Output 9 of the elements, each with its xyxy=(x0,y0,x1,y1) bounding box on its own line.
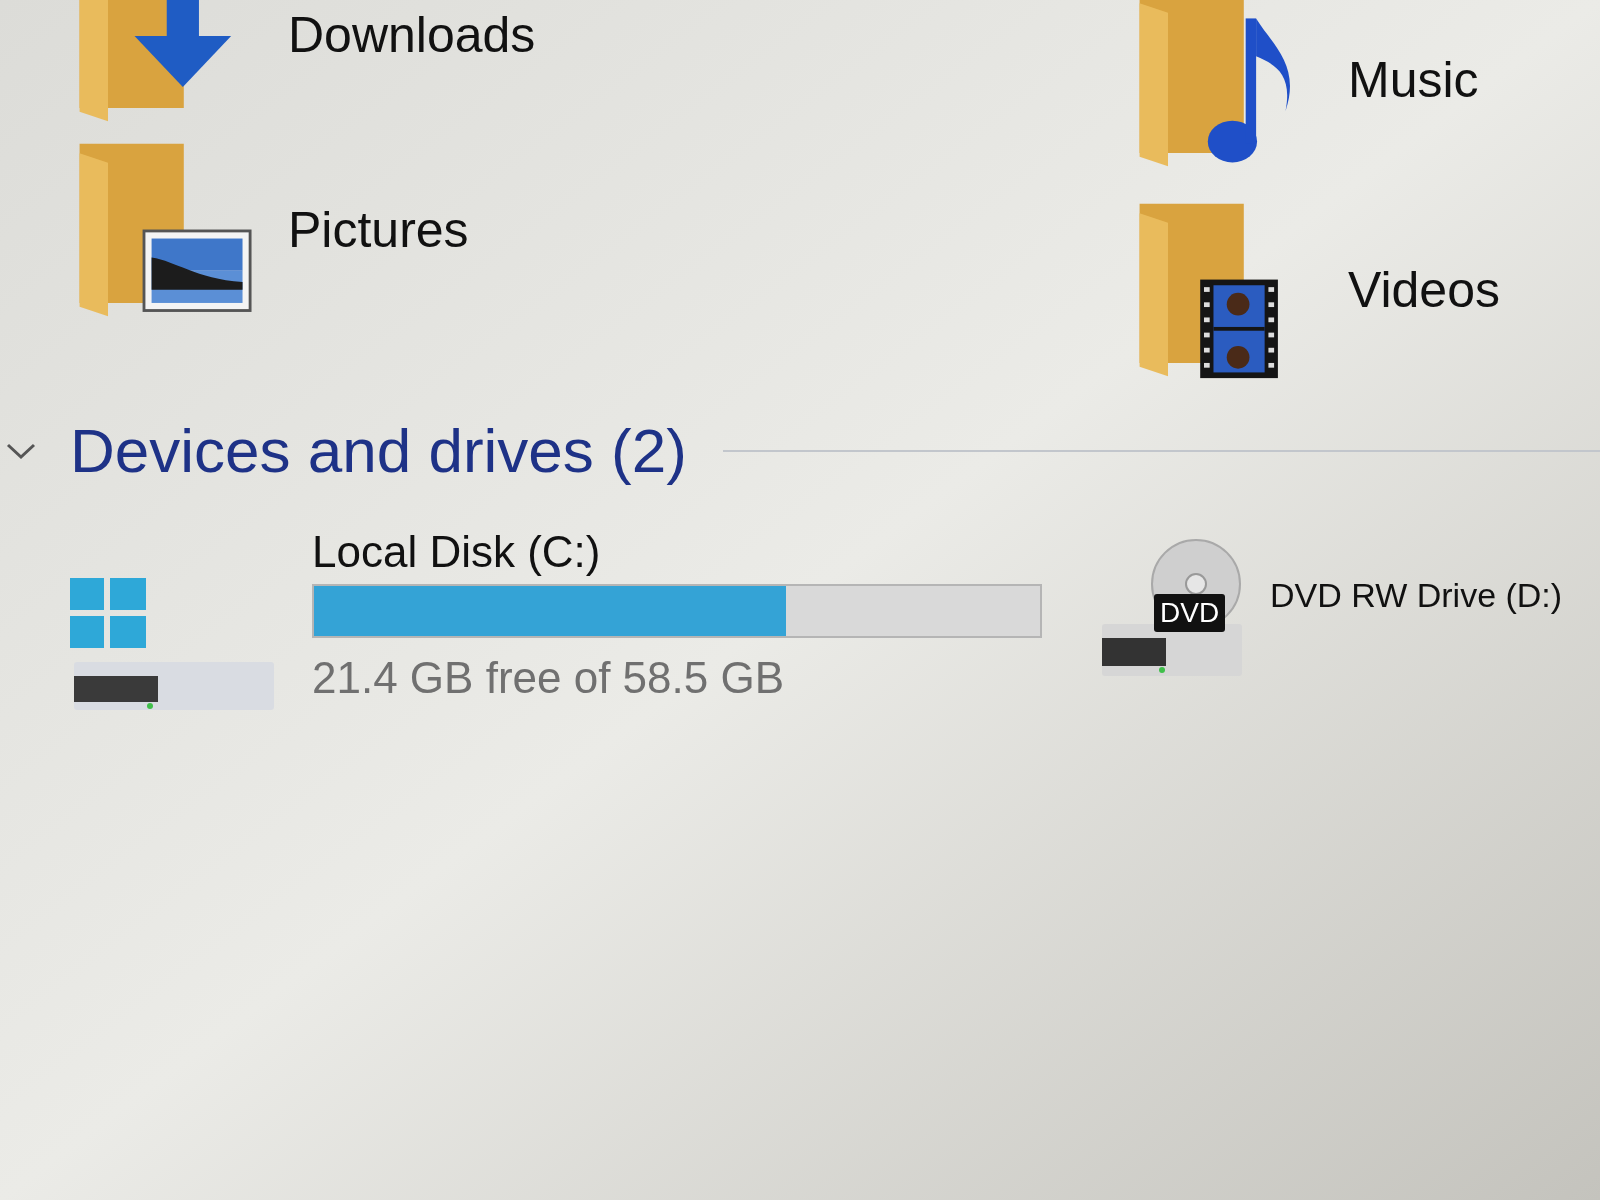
chevron-down-icon[interactable] xyxy=(6,441,36,461)
dvd-label: DVD xyxy=(1154,594,1226,632)
drive-name[interactable]: Local Disk (C:) xyxy=(312,530,601,574)
folder-name[interactable]: Pictures xyxy=(288,205,469,255)
folder-name[interactable]: Music xyxy=(1348,55,1479,105)
folder-name[interactable]: Videos xyxy=(1348,265,1500,315)
folder-name[interactable]: Downloads xyxy=(288,10,536,60)
drive-name[interactable]: DVD RW Drive (D:) xyxy=(1270,578,1563,612)
free-space-text: 21.4 GB free of 58.5 GB xyxy=(312,656,785,700)
